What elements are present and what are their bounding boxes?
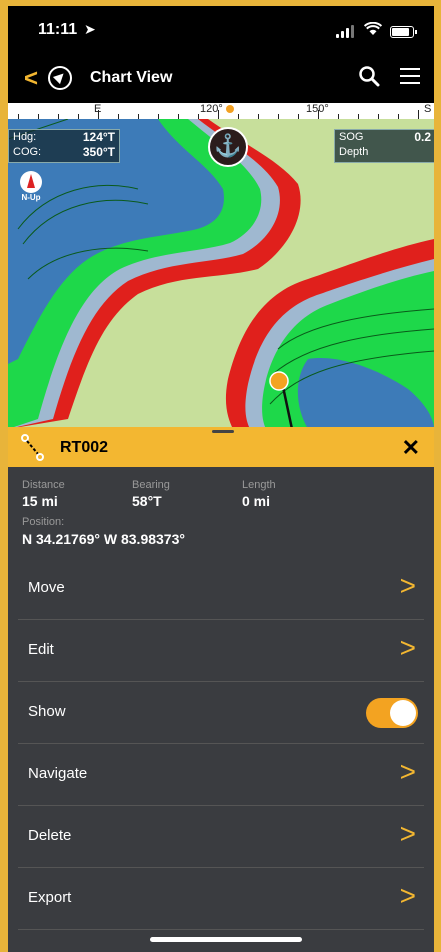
bearing-label: Bearing <box>132 479 170 491</box>
menu-item-show: Show <box>18 681 424 744</box>
position-value: N 34.21769° W 83.98373° <box>22 531 185 547</box>
sog-label: SOG <box>339 131 364 143</box>
chart-map[interactable]: Hdg: 124°T COG: 350°T SOG 0.2 Depth ⚓ N-Up <box>8 119 434 429</box>
hdg-label: Hdg: <box>13 131 37 143</box>
hud-sog-box: SOG 0.2 Depth <box>334 129 434 163</box>
status-bar: 11:11 ➤ <box>8 6 434 54</box>
route-panel: RT002 ✕ Distance 15 mi Bearing 58°T Leng… <box>8 427 434 952</box>
move-label: Move <box>28 579 65 596</box>
home-indicator[interactable] <box>150 937 302 942</box>
phone-screen: 11:11 ➤ < Chart View E 120° 150° S Hdg: … <box>8 6 434 952</box>
cog-value: 350°T <box>82 145 115 159</box>
menu-item-navigate[interactable]: Navigate > <box>18 743 424 806</box>
menu-item-move[interactable]: Move > <box>18 557 424 620</box>
anchor-icon[interactable]: ⚓ <box>208 127 248 167</box>
north-arrow-icon <box>20 171 42 193</box>
show-toggle[interactable] <box>366 698 418 728</box>
delete-label: Delete <box>28 827 72 844</box>
drag-handle[interactable] <box>212 430 234 433</box>
length-value: 0 mi <box>242 493 271 509</box>
ruler-label-s: S <box>424 103 432 115</box>
route-icon <box>21 434 44 461</box>
route-name: RT002 <box>60 439 109 456</box>
menu-item-delete[interactable]: Delete > <box>18 805 424 868</box>
navigate-label: Navigate <box>28 765 88 782</box>
close-icon[interactable]: ✕ <box>402 435 420 461</box>
back-chevron-icon[interactable]: < <box>24 65 38 93</box>
bearing-value: 58°T <box>132 493 162 509</box>
show-label: Show <box>28 703 66 720</box>
depth-label: Depth <box>339 146 369 158</box>
sog-value: 0.2 <box>414 130 431 144</box>
menu-item-export[interactable]: Export > <box>18 867 424 930</box>
cog-label: COG: <box>13 146 42 158</box>
battery-icon <box>390 26 417 38</box>
compass-nav-icon[interactable] <box>48 66 72 90</box>
menu-item-edit[interactable]: Edit > <box>18 619 424 682</box>
route-panel-header: RT002 ✕ <box>8 427 434 467</box>
wifi-icon <box>363 21 383 41</box>
distance-label: Distance <box>22 479 65 491</box>
chevron-right-icon: > <box>399 632 416 663</box>
north-up-label: N-Up <box>21 193 41 202</box>
ruler-label-120: 120° <box>200 103 223 115</box>
status-time: 11:11 <box>38 21 78 38</box>
heading-ruler: E 120° 150° S <box>8 103 434 119</box>
north-up-button[interactable]: N-Up <box>18 171 44 211</box>
nav-bar: < Chart View <box>8 54 434 104</box>
page-title: Chart View <box>90 69 173 86</box>
chevron-right-icon: > <box>399 570 416 601</box>
chevron-right-icon: > <box>399 818 416 849</box>
chevron-right-icon: > <box>399 880 416 911</box>
distance-value: 15 mi <box>22 493 58 509</box>
search-icon[interactable] <box>358 65 380 87</box>
position-label: Position: <box>22 516 65 528</box>
hdg-value: 124°T <box>82 130 115 144</box>
hud-heading-box: Hdg: 124°T COG: 350°T <box>8 129 120 163</box>
ruler-label-150: 150° <box>306 103 329 115</box>
ruler-label-e: E <box>94 103 102 115</box>
hamburger-menu-icon[interactable] <box>400 68 420 84</box>
chevron-right-icon: > <box>399 756 416 787</box>
edit-label: Edit <box>28 641 54 658</box>
length-label: Length <box>242 479 276 491</box>
location-arrow-icon: ➤ <box>84 21 96 37</box>
heading-marker <box>226 105 234 113</box>
cell-signal-icon <box>336 25 356 38</box>
export-label: Export <box>28 889 72 906</box>
